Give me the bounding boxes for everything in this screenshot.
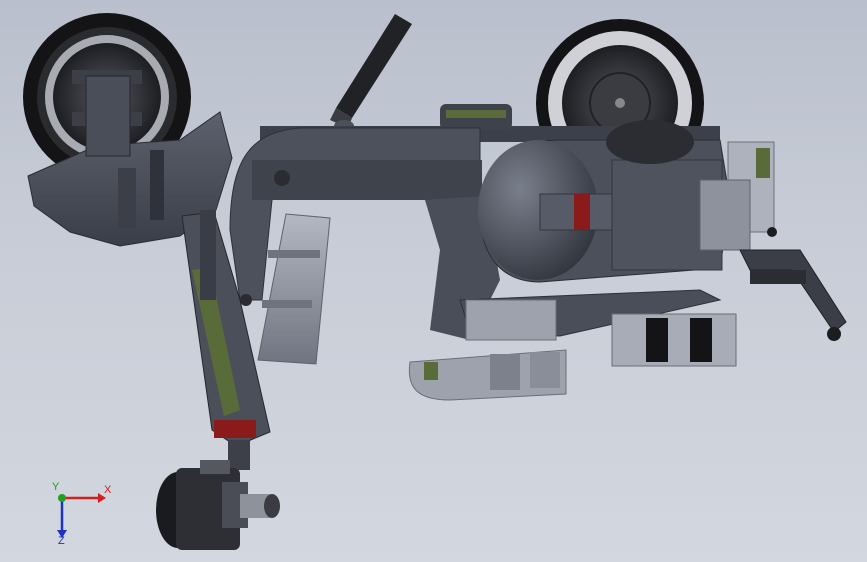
engine-cover <box>478 120 731 283</box>
cad-viewport[interactable]: ✕ <box>0 0 867 562</box>
exhaust-pipe <box>330 14 412 132</box>
horn-motor <box>156 440 280 550</box>
scooter-model[interactable]: ✕ <box>0 0 867 562</box>
axis-triad: X Y Z <box>52 482 112 546</box>
y-axis-label: Y <box>52 482 60 493</box>
y-axis-dot <box>58 494 66 502</box>
steering-arm <box>739 227 847 341</box>
lower-skid <box>408 349 567 401</box>
x-axis-label: X <box>104 484 112 496</box>
z-axis-label: Z <box>58 535 65 546</box>
